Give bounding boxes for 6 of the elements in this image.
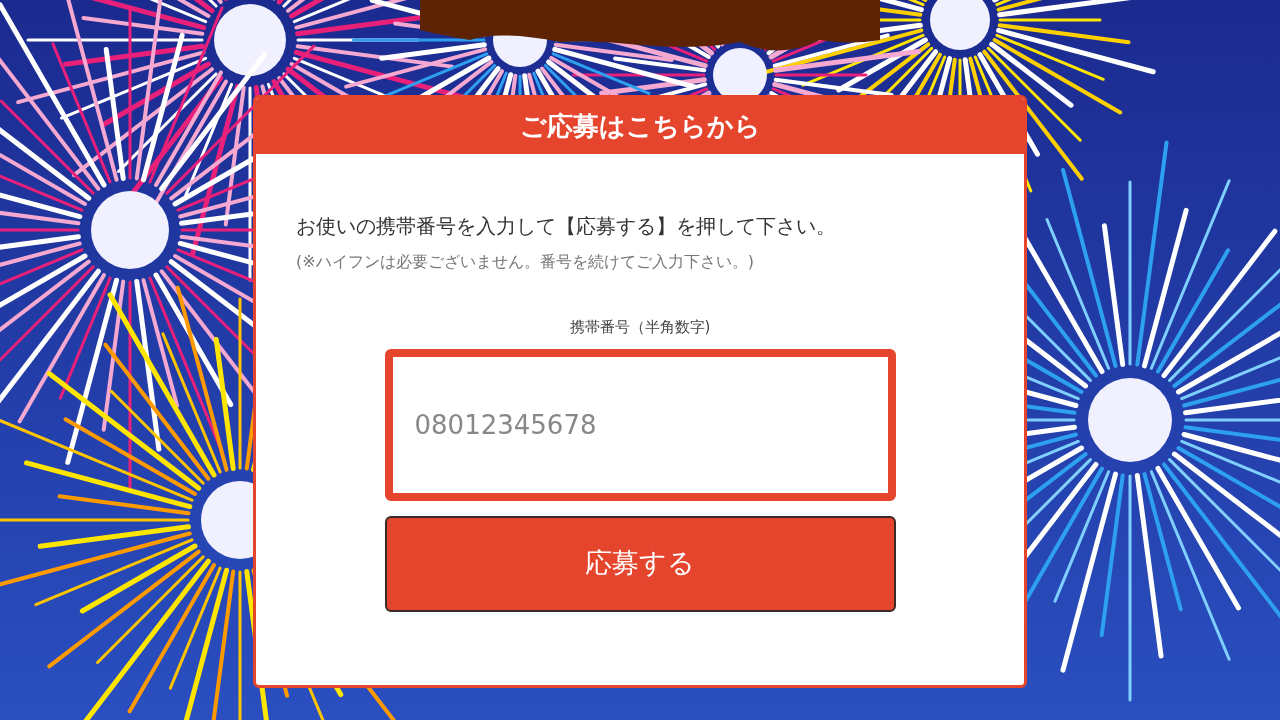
field-label: 携帯番号（半角数字) — [568, 317, 712, 338]
form-title: ご応募はこちらから — [256, 98, 1024, 154]
phone-input-field[interactable]: 08012345678 — [384, 348, 896, 501]
submit-button[interactable]: 応募する — [384, 515, 896, 612]
instruction-text: お使いの携帯番号を入力して【応募する】を押して下さい。 — [296, 213, 837, 240]
note-text: (※ハイフンは必要ございません。番号を続けてご入力下さい。) — [296, 251, 755, 273]
